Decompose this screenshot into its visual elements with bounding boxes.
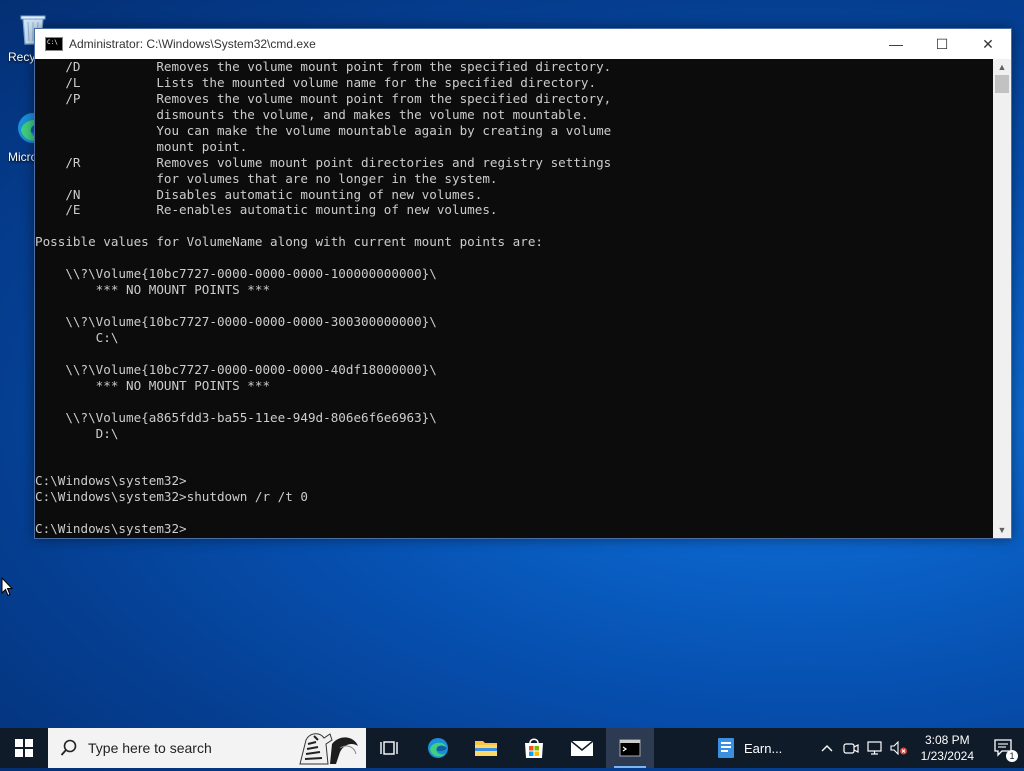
command-prompt-icon [619, 739, 641, 757]
taskbar-news-widget[interactable]: Earn... [708, 728, 790, 768]
meet-now-icon[interactable] [839, 728, 863, 768]
notification-count-badge: 1 [1006, 750, 1018, 762]
taskbar-file-explorer-button[interactable] [462, 728, 510, 768]
windows-logo-icon [15, 739, 33, 757]
cmd-icon [45, 37, 63, 51]
news-widget-label: Earn... [744, 740, 783, 756]
start-button[interactable] [0, 728, 48, 768]
taskbar-search-box[interactable]: Type here to search [48, 728, 366, 768]
console-line: C:\Windows\system32> [35, 473, 187, 489]
show-hidden-icons-chevron-up-icon[interactable] [815, 728, 839, 768]
console-line: You can make the volume mountable again … [35, 122, 612, 138]
taskbar-clock[interactable]: 3:08 PM 1/23/2024 [911, 732, 984, 764]
console-line: Possible values for VolumeName along wit… [35, 234, 543, 250]
console-line: /D Removes the volume mount point from t… [35, 59, 612, 74]
system-tray: 3:08 PM 1/23/2024 1 [815, 728, 1024, 768]
maximize-icon: ☐ [935, 35, 949, 52]
volume-muted-icon[interactable] [887, 728, 911, 768]
console-line: \\?\Volume{a865fdd3-ba55-11ee-949d-806e6… [35, 409, 437, 425]
console-line: C:\ [35, 329, 119, 345]
window-title: Administrator: C:\Windows\System32\cmd.e… [69, 37, 316, 51]
console-line: *** NO MOUNT POINTS *** [35, 282, 271, 298]
console-line: *** NO MOUNT POINTS *** [35, 377, 271, 393]
window-titlebar[interactable]: Administrator: C:\Windows\System32\cmd.e… [35, 29, 1011, 59]
clock-date: 1/23/2024 [920, 749, 974, 763]
close-icon: ✕ [982, 35, 994, 52]
scroll-down-arrow-icon[interactable]: ▼ [993, 522, 1011, 538]
task-view-button[interactable] [366, 728, 414, 768]
store-icon [525, 738, 543, 758]
console-line: for volumes that are no longer in the sy… [35, 170, 498, 186]
vertical-scrollbar[interactable]: ▲ ▼ [993, 59, 1011, 538]
close-button[interactable]: ✕ [965, 29, 1011, 59]
mail-icon [570, 740, 594, 756]
console-line: \\?\Volume{10bc7727-0000-0000-0000-30030… [35, 314, 437, 329]
scroll-up-arrow-icon[interactable]: ▲ [993, 59, 1011, 75]
mouse-pointer-icon [1, 576, 14, 602]
console-line: /L Lists the mounted volume name for the… [35, 74, 597, 90]
minimize-button[interactable]: — [873, 29, 919, 59]
clock-time: 3:08 PM [924, 733, 970, 747]
console-line: /R Removes volume mount point directorie… [35, 154, 612, 170]
taskbar-cmd-button[interactable] [606, 728, 654, 768]
console-line: dismounts the volume, and makes the volu… [35, 106, 589, 122]
task-view-icon [380, 741, 398, 755]
search-highlight-zebra-icon [296, 730, 362, 766]
maximize-button[interactable]: ☐ [919, 29, 965, 59]
console-line: D:\ [35, 425, 119, 441]
network-icon[interactable] [863, 728, 887, 768]
console-line: /P Removes the volume mount point from t… [35, 90, 612, 106]
console-line: mount point. [35, 138, 248, 154]
console-line: /E Re-enables automatic mounting of new … [35, 202, 498, 218]
taskbar-edge-button[interactable] [414, 728, 462, 768]
console-line: C:\Windows\system32> [35, 521, 187, 537]
console-line: \\?\Volume{10bc7727-0000-0000-0000-10000… [35, 266, 437, 282]
taskbar: Type here to search Earn... 3:08 PM 1/23… [0, 728, 1024, 768]
taskbar-store-button[interactable] [510, 728, 558, 768]
console-line: C:\Windows\system32>shutdown /r /t 0 [35, 489, 308, 505]
taskbar-mail-button[interactable] [558, 728, 606, 768]
search-placeholder: Type here to search [88, 740, 212, 756]
edge-icon [428, 738, 448, 758]
notification-center-button[interactable]: 1 [984, 728, 1024, 768]
folder-icon [475, 741, 497, 756]
minimize-icon: — [889, 36, 903, 52]
console-line: \\?\Volume{10bc7727-0000-0000-0000-40df1… [35, 361, 437, 377]
console-output[interactable]: /D Removes the volume mount point from t… [35, 59, 993, 538]
search-icon [60, 739, 77, 756]
cmd-window: Administrator: C:\Windows\System32\cmd.e… [34, 28, 1012, 539]
scrollbar-thumb[interactable] [995, 75, 1009, 93]
news-document-icon [718, 738, 734, 758]
console-line: /N Disables automatic mounting of new vo… [35, 186, 483, 202]
